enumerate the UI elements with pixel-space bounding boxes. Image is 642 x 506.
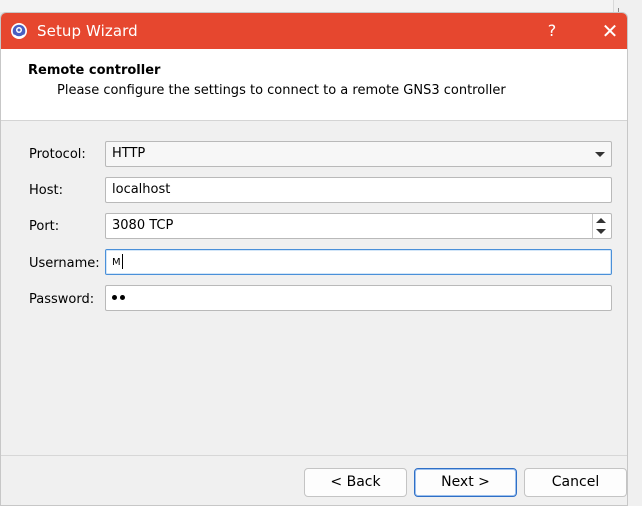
spin-down-icon[interactable]: [596, 229, 606, 234]
password-dot: [112, 295, 117, 300]
window-title: Setup Wizard: [37, 22, 138, 40]
page-subtitle: Please configure the settings to connect…: [57, 83, 506, 98]
page-title: Remote controller: [28, 63, 161, 78]
protocol-label: Protocol:: [29, 147, 86, 162]
gns3-icon: [11, 23, 27, 39]
password-dot: [120, 295, 125, 300]
back-button[interactable]: < Back: [304, 468, 407, 497]
username-label: Username:: [29, 256, 100, 271]
next-button[interactable]: Next >: [414, 468, 517, 497]
spin-up-icon[interactable]: [596, 218, 606, 223]
chevron-down-icon[interactable]: [595, 152, 605, 157]
title-bar: Setup Wizard ? ✕: [1, 13, 627, 49]
username-value: M: [112, 257, 121, 268]
username-input[interactable]: M: [105, 249, 612, 275]
password-mask: [112, 290, 128, 305]
port-label: Port:: [29, 219, 60, 234]
host-value: localhost: [112, 182, 171, 197]
password-label: Password:: [29, 292, 95, 307]
port-value: 3080 TCP: [112, 218, 174, 233]
text-caret: [121, 254, 123, 269]
close-icon[interactable]: ✕: [597, 18, 623, 44]
help-icon[interactable]: ?: [539, 18, 565, 44]
protocol-value: HTTP: [112, 146, 146, 161]
host-label: Host:: [29, 183, 63, 198]
port-spinbox[interactable]: 3080 TCP: [105, 213, 612, 239]
wizard-header: Remote controller Please configure the s…: [1, 49, 627, 121]
button-bar: < Back Next > Cancel: [1, 455, 627, 505]
cancel-button[interactable]: Cancel: [524, 468, 627, 497]
setup-wizard-window: Setup Wizard ? ✕ Remote controller Pleas…: [0, 12, 628, 506]
port-spin-buttons: [592, 214, 611, 238]
background-strip: [0, 0, 642, 12]
password-input[interactable]: [105, 285, 612, 311]
protocol-select[interactable]: HTTP: [105, 141, 612, 167]
host-input[interactable]: localhost: [105, 177, 612, 203]
